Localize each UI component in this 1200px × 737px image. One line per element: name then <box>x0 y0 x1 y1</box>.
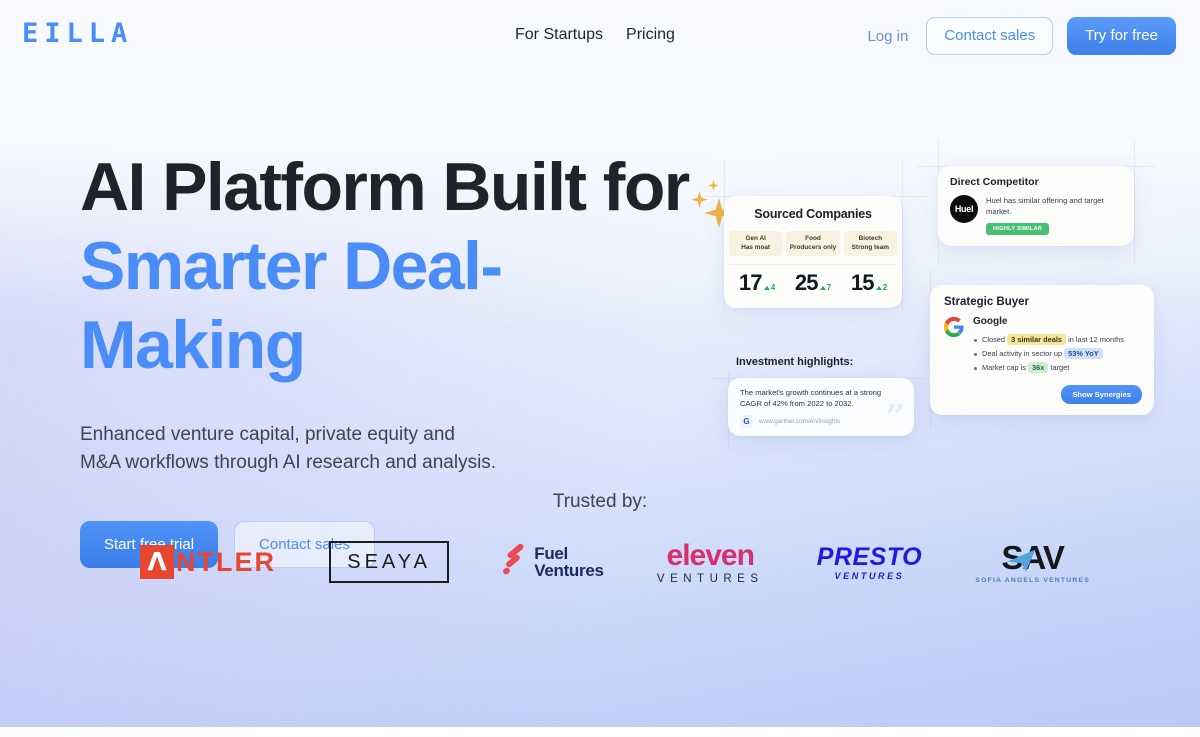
sourced-companies-card: Sourced Companies Gen AI Has moat Food P… <box>724 196 902 308</box>
trusted-by-logos: Λ NTLER SEAYA Fuel Ventures eleven VENTU… <box>140 532 1090 592</box>
hero-subtitle: Enhanced venture capital, private equity… <box>80 424 497 473</box>
direct-competitor-body: Huel Huel has similar offering and targe… <box>938 188 1134 235</box>
fuel-mark-icon <box>502 542 528 579</box>
source-url[interactable]: www.gartner.com/en/insights <box>759 418 840 425</box>
login-link[interactable]: Log in <box>867 28 912 45</box>
strategic-buyer-body: Google Closed 3 similar deals in last 12… <box>930 308 1154 375</box>
logo-sofia-angels-ventures: SAV SOFIA ANGELS VENTURES <box>975 534 1090 590</box>
hero-title-line-1: AI Platform Built for <box>80 149 690 225</box>
investment-highlights-card: The market's growth continues at a stron… <box>728 378 914 436</box>
sourced-stat-0-value: 17 <box>738 270 763 295</box>
header-try-for-free-button[interactable]: Try for free <box>1067 17 1176 55</box>
sourced-tag-0: Gen AI Has moat <box>729 231 783 256</box>
hero-title-line-2: Smarter Deal-Making <box>80 228 503 383</box>
investment-highlights-label: Investment highlights: <box>736 356 854 368</box>
page-title: AI Platform Built for Smarter Deal-Makin… <box>80 148 700 385</box>
huel-logo-icon: Huel <box>950 195 978 223</box>
nav-item-pricing[interactable]: Pricing <box>626 24 675 46</box>
sourced-stat-2-value: 15 <box>850 270 875 295</box>
seaya-wordmark: SEAYA <box>329 541 449 583</box>
sourced-companies-title: Sourced Companies <box>754 207 872 221</box>
highlight-badge: 36x <box>1028 362 1049 373</box>
guide-line-v2 <box>902 160 903 312</box>
nav-item-for-startups[interactable]: For Startups <box>515 24 603 46</box>
logo-fuel-ventures: Fuel Ventures <box>502 534 604 590</box>
header-contact-sales-button[interactable]: Contact sales <box>926 17 1054 55</box>
sourced-divider <box>730 264 896 265</box>
list-item: Market cap is 36x target <box>973 361 1124 375</box>
eleven-subtitle: VENTURES <box>656 572 764 585</box>
logo-antler: Λ NTLER <box>140 534 276 590</box>
highlight-badge: 3 similar deals <box>1007 334 1067 345</box>
direct-competitor-content: Huel has similar offering and target mar… <box>986 195 1124 235</box>
direct-competitor-card: Direct Competitor Huel Huel has similar … <box>938 166 1134 246</box>
bottom-white-strip <box>0 727 1200 737</box>
triangle-up-icon <box>875 286 882 290</box>
sourced-companies-stats: 17 4 25 7 15 2 <box>724 272 902 294</box>
sparkle-star-medium <box>691 191 708 208</box>
guide-line-v4 <box>1134 140 1135 266</box>
sparkle-star-small <box>708 180 719 191</box>
sourced-stat-1-delta: 7 <box>819 282 831 294</box>
triangle-up-icon <box>763 286 770 290</box>
status-badge: HIGHLY SIMILAR <box>986 223 1050 235</box>
triangle-up-icon <box>819 286 826 290</box>
sourced-tag-1: Food Producers only <box>786 231 840 256</box>
trusted-by-label: Trusted by: <box>552 491 648 512</box>
sourced-tag-1-line2: Producers only <box>789 244 837 251</box>
sourced-stat-1: 25 7 <box>785 272 841 294</box>
sourced-tag-2-line2: Strong team <box>851 244 889 251</box>
strategic-buyer-content: Google Closed 3 similar deals in last 12… <box>973 315 1124 375</box>
presto-wordmark: PRESTO <box>816 542 923 571</box>
sourced-tag-1-line1: Food <box>805 235 821 242</box>
google-logo-icon <box>943 316 964 338</box>
strategic-buyer-card: Strategic Buyer Google Closed 3 similar … <box>930 285 1154 415</box>
sourced-tag-0-line1: Gen AI <box>745 235 766 242</box>
header-actions: Log in Contact sales Try for free <box>867 17 1176 55</box>
logo-presto-ventures: PRESTO VENTURES <box>817 534 922 590</box>
antler-mark-icon: Λ <box>140 545 174 579</box>
sav-subtitle: SOFIA ANGELS VENTURES <box>975 576 1090 584</box>
sourced-stat-0: 17 4 <box>729 272 785 294</box>
logo-seaya: SEAYA <box>329 534 449 590</box>
sourced-companies-tags: Gen AI Has moat Food Producers only Biot… <box>724 231 902 256</box>
landing-page: EILLA For Startups Pricing Log in Contac… <box>0 0 1200 737</box>
gartner-logo-icon: G <box>740 415 753 428</box>
fuel-wordmark-line2: Ventures <box>534 561 604 580</box>
presto-subtitle: VENTURES <box>834 570 905 581</box>
logo-eleven-ventures: eleven VENTURES <box>657 534 764 590</box>
sourced-tag-0-line2: Has moat <box>741 244 771 251</box>
antler-wordmark: NTLER <box>176 547 276 577</box>
direct-competitor-description: Huel has similar offering and target mar… <box>986 196 1104 216</box>
list-item: Closed 3 similar deals in last 12 months <box>973 333 1124 347</box>
sourced-tag-2: Biotech Strong team <box>843 231 897 256</box>
sav-wordmark: SAV <box>1001 538 1064 576</box>
eleven-wordmark: eleven <box>666 538 755 572</box>
sourced-stat-2-delta: 2 <box>875 282 887 294</box>
strategic-buyer-title: Strategic Buyer <box>944 296 1030 308</box>
site-header: EILLA For Startups Pricing Log in Contac… <box>0 0 1200 70</box>
primary-nav: For Startups Pricing <box>515 24 675 46</box>
strategic-buyer-bullets: Closed 3 similar deals in last 12 months… <box>973 333 1124 375</box>
brand-logo[interactable]: EILLA <box>22 20 133 47</box>
fuel-wordmark-line1: Fuel <box>534 544 568 563</box>
direct-competitor-title: Direct Competitor <box>950 176 1039 188</box>
sourced-stat-1-value: 25 <box>794 270 819 295</box>
strategic-buyer-company: Google <box>973 316 1008 327</box>
sourced-stat-2: 15 2 <box>841 272 897 294</box>
sourced-tag-2-line1: Biotech <box>858 235 883 242</box>
sourced-stat-0-delta: 4 <box>763 282 775 294</box>
show-synergies-button[interactable]: Show Synergies <box>1061 385 1142 404</box>
highlight-badge: 53% YoY <box>1064 348 1103 359</box>
list-item: Deal activity in sector up 53% YoY <box>973 347 1124 361</box>
quote-icon: ” <box>885 397 905 437</box>
